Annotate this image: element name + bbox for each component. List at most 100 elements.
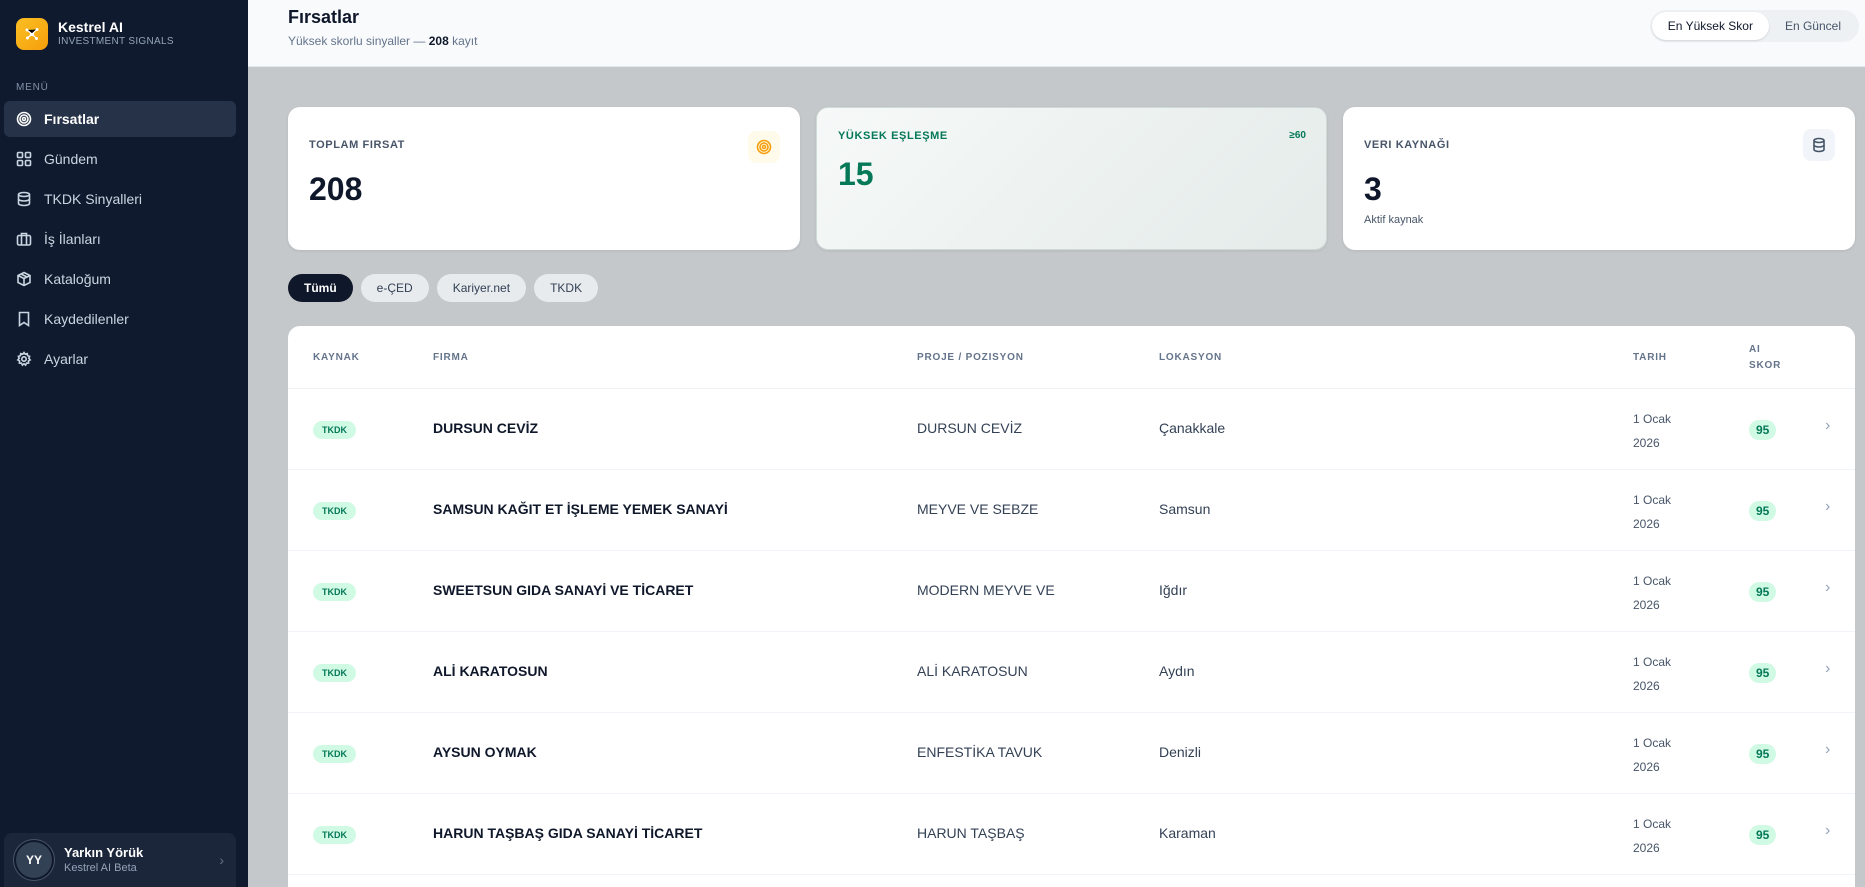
- sidebar-item-is-ilanlari[interactable]: İş İlanları: [4, 221, 236, 257]
- sort-highest-score-button[interactable]: En Yüksek Skor: [1651, 12, 1769, 40]
- sidebar-item-label: Gündem: [44, 151, 98, 167]
- column-header-firm[interactable]: FIRMA: [433, 350, 469, 366]
- column-header-project[interactable]: PROJE / POZISYON: [917, 350, 1024, 366]
- target-icon: [16, 111, 32, 127]
- firm-name: SAMSUN KAĞIT ET İŞLEME YEMEK SANAYİ: [433, 501, 728, 517]
- database-icon: [16, 191, 32, 207]
- chevron-right-icon: ›: [1825, 822, 1831, 839]
- sidebar-item-firsatlar[interactable]: Fırsatlar: [4, 101, 236, 137]
- sidebar-item-label: TKDK Sinyalleri: [44, 191, 143, 207]
- table-row[interactable]: TKDK SWEETSUN GIDA SANAYİ VE TİCARET MOD…: [288, 551, 1855, 632]
- avatar: YY: [16, 842, 52, 878]
- stat-label: YÜKSEK EŞLEŞME: [838, 130, 948, 142]
- column-header-ai-score[interactable]: AI SKOR: [1749, 342, 1781, 374]
- sidebar-item-label: Ayarlar: [44, 351, 89, 367]
- table-row[interactable]: TKDK HARUN TAŞBAŞ GIDA SANAYİ TİCARET HA…: [288, 794, 1855, 875]
- column-header-location[interactable]: LOKASYON: [1159, 350, 1222, 366]
- stat-card-high-match: YÜKSEK EŞLEŞME 15 ≥60: [816, 107, 1327, 250]
- location: Samsun: [1159, 501, 1211, 517]
- column-header-ai-score-line2: SKOR: [1749, 360, 1782, 371]
- location: Iğdır: [1159, 582, 1188, 598]
- stat-note: Aktif kaynak: [1364, 214, 1424, 226]
- brand-name: Kestrel AI: [58, 19, 123, 35]
- chevron-right-icon: ›: [1825, 741, 1831, 758]
- project-name: HARUN TAŞBAŞ: [917, 825, 1025, 841]
- source-badge: TKDK: [313, 664, 356, 682]
- filter-chip-kariyer[interactable]: Kariyer.net: [436, 274, 527, 302]
- sidebar-item-tkdk-sinyalleri[interactable]: TKDK Sinyalleri: [4, 181, 236, 217]
- opportunities-table: KAYNAK FIRMA PROJE / POZISYON LOKASYON T…: [288, 326, 1855, 887]
- table-row[interactable]: TKDK SAMSUN KAĞIT ET İŞLEME YEMEK SANAYİ…: [288, 470, 1855, 551]
- gear-icon: [16, 351, 32, 367]
- date-line2: 2026: [1633, 517, 1660, 531]
- stat-card-sources: VERI KAYNAĞI 3 Aktif kaynak: [1343, 107, 1855, 250]
- location: Karaman: [1159, 825, 1216, 841]
- source-badge: TKDK: [313, 745, 356, 763]
- date-line2: 2026: [1633, 841, 1660, 855]
- location: Denizli: [1159, 744, 1202, 760]
- target-icon: [748, 131, 780, 163]
- project-name: MEYVE VE SEBZE: [917, 501, 1039, 517]
- record-count: 208: [428, 34, 449, 48]
- table-row[interactable]: TKDK DURSUN CEVİZ DURSUN CEVİZ Çanakkale…: [288, 389, 1855, 470]
- column-header-ai-score-line1: AI: [1749, 344, 1761, 355]
- chevron-right-icon: ›: [219, 852, 224, 868]
- date-line1: 1 Ocak: [1633, 574, 1672, 588]
- sort-newest-button[interactable]: En Güncel: [1769, 12, 1857, 40]
- filter-chip-tkdk[interactable]: TKDK: [534, 274, 599, 302]
- ai-score-badge: 95: [1749, 501, 1777, 521]
- date-line1: 1 Ocak: [1633, 412, 1672, 426]
- ai-score-badge: 95: [1749, 420, 1777, 440]
- sidebar-item-label: Kaydedilenler: [44, 311, 129, 327]
- user-role: Kestrel AI Beta: [64, 862, 137, 874]
- source-badge: TKDK: [313, 826, 356, 844]
- sidebar-item-kaydedilenler[interactable]: Kaydedilenler: [4, 301, 236, 337]
- stat-value: 15: [838, 156, 874, 192]
- page-subtitle: Yüksek skorlu sinyaller — 208 kayıt: [288, 34, 477, 48]
- table-header: KAYNAK FIRMA PROJE / POZISYON LOKASYON T…: [288, 326, 1855, 389]
- sidebar-nav: Fırsatlar Gündem TKDK Sinyalleri İş İlan…: [0, 101, 248, 377]
- sidebar-item-label: Fırsatlar: [44, 111, 100, 127]
- firm-name: ALİ KARATOSUN: [433, 663, 548, 679]
- project-name: MODERN MEYVE VE: [917, 582, 1055, 598]
- date-line1: 1 Ocak: [1633, 817, 1672, 831]
- table-row[interactable]: TKDK AYSUN OYMAK ENFESTİKA TAVUK Denizli…: [288, 713, 1855, 794]
- chevron-right-icon: ›: [1825, 498, 1831, 515]
- user-name: Yarkın Yörük: [64, 845, 144, 860]
- sidebar: Kestrel AI INVESTMENT SIGNALS MENÜ Fırsa…: [0, 0, 248, 887]
- chevron-right-icon: ›: [1825, 417, 1831, 434]
- bookmark-icon: [16, 311, 32, 327]
- source-filters: Tümü e-ÇED Kariyer.net TKDK: [288, 274, 599, 302]
- kestrel-logo-icon: [16, 18, 48, 50]
- menu-title: MENÜ: [16, 82, 49, 93]
- stat-value: 208: [309, 171, 363, 207]
- brand[interactable]: Kestrel AI INVESTMENT SIGNALS: [0, 0, 248, 68]
- project-name: ENFESTİKA TAVUK: [917, 744, 1043, 760]
- stat-label: TOPLAM FIRSAT: [309, 139, 405, 151]
- stat-value: 3: [1364, 171, 1382, 207]
- date: 1 Ocak 2026: [1633, 407, 1671, 455]
- column-header-date[interactable]: TARIH: [1633, 350, 1667, 366]
- filter-chip-all[interactable]: Tümü: [288, 274, 353, 302]
- date: 1 Ocak 2026: [1633, 812, 1671, 860]
- sidebar-item-ayarlar[interactable]: Ayarlar: [4, 341, 236, 377]
- subtitle-prefix: Yüksek skorlu sinyaller —: [288, 34, 429, 48]
- filter-chip-eced[interactable]: e-ÇED: [360, 274, 429, 302]
- sidebar-item-gundem[interactable]: Gündem: [4, 141, 236, 177]
- firm-name: SWEETSUN GIDA SANAYİ VE TİCARET: [433, 582, 694, 598]
- table-row[interactable]: TKDK ALİ KARATOSUN ALİ KARATOSUN Aydın 1…: [288, 632, 1855, 713]
- ai-score-badge: 95: [1749, 663, 1777, 683]
- sort-toggle: En Yüksek Skor En Güncel: [1649, 10, 1859, 42]
- column-header-source[interactable]: KAYNAK: [313, 350, 360, 366]
- user-profile-card[interactable]: YY Yarkın Yörük Kestrel AI Beta ›: [4, 833, 236, 887]
- date-line2: 2026: [1633, 436, 1660, 450]
- date-line2: 2026: [1633, 679, 1660, 693]
- package-icon: [16, 271, 32, 287]
- sidebar-item-katalogum[interactable]: Kataloğum: [4, 261, 236, 297]
- firm-name: DURSUN CEVİZ: [433, 420, 539, 436]
- date-line1: 1 Ocak: [1633, 493, 1672, 507]
- page-title: Fırsatlar: [288, 7, 360, 27]
- date: 1 Ocak 2026: [1633, 488, 1671, 536]
- date-line2: 2026: [1633, 598, 1660, 612]
- chevron-right-icon: ›: [1825, 579, 1831, 596]
